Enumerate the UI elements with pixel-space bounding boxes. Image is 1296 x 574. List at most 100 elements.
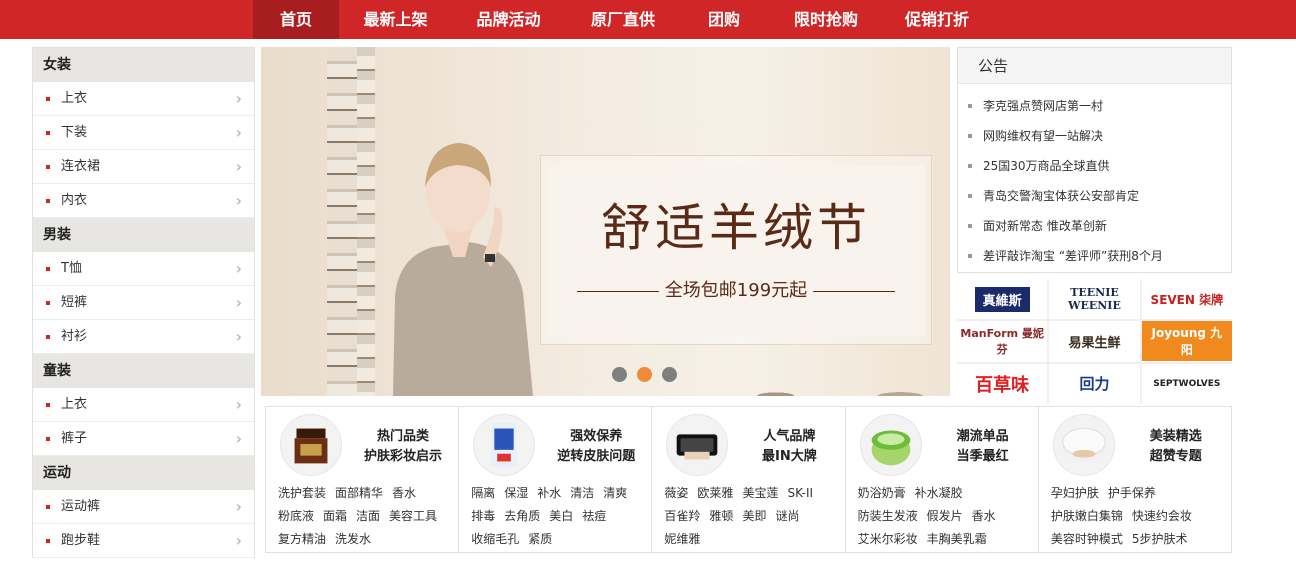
sidebar-item[interactable]: 内衣 › (33, 184, 254, 218)
product-link[interactable]: 雅顿 (709, 509, 733, 523)
product-link[interactable]: 假发片 (927, 509, 963, 523)
sidebar-item[interactable]: 上衣 › (33, 82, 254, 116)
product-link[interactable]: 清洁 (570, 486, 594, 500)
brand-logo[interactable]: 百草味 (957, 363, 1048, 404)
sidebar-item[interactable]: 连衣裙 › (33, 150, 254, 184)
sidebar-item[interactable]: 运动裤 › (33, 490, 254, 524)
product-link[interactable]: 收缩毛孔 (471, 532, 519, 546)
product-link[interactable]: 清爽 (603, 486, 627, 500)
brand-logo[interactable]: 回力 (1049, 363, 1140, 404)
sidebar-item[interactable]: 裤子 › (33, 422, 254, 456)
hero-banner[interactable]: 舒适羊绒节 全场包邮199元起 (261, 47, 950, 396)
sidebar-item[interactable]: T恤 › (33, 252, 254, 286)
gel-jar-icon[interactable] (859, 414, 922, 476)
product-link[interactable]: 薇姿 (664, 486, 688, 500)
product-link[interactable]: 紧质 (528, 532, 552, 546)
brand-logo[interactable]: TEENIE WEENIE (1049, 279, 1140, 320)
product-link[interactable]: 艾米尔彩妆 (858, 532, 918, 546)
category-heading[interactable]: 运动 (33, 456, 254, 490)
product-category-title[interactable]: 强效保养 逆转皮肤问题 (541, 427, 651, 467)
cosmetic-jar-icon[interactable] (280, 414, 342, 476)
product-link[interactable]: 香水 (392, 486, 416, 500)
sidebar-item[interactable]: 下装 › (33, 116, 254, 150)
brand-logo[interactable]: ManForm 曼妮芬 (957, 321, 1048, 362)
product-link[interactable]: 欧莱雅 (697, 486, 733, 500)
product-link[interactable]: 美容工具 (389, 509, 437, 523)
product-link[interactable]: 面霜 (323, 509, 347, 523)
product-link[interactable]: 孕妇护肤 (1051, 486, 1099, 500)
product-link[interactable]: 快速约会妆 (1132, 509, 1192, 523)
product-link[interactable]: 排毒 (471, 509, 495, 523)
sidebar-item[interactable]: 上衣 › (33, 388, 254, 422)
product-link[interactable]: 隔离 (471, 486, 495, 500)
sidebar-item[interactable]: 短裤 › (33, 286, 254, 320)
product-category-title[interactable]: 潮流单品 当季最红 (928, 427, 1038, 467)
nav-item[interactable]: 限时抢购 (767, 0, 885, 39)
product-link[interactable]: 去角质 (504, 509, 540, 523)
notice-title: 公告 (958, 48, 1231, 84)
product-link[interactable]: 复方精油 (278, 532, 326, 546)
nav-item[interactable]: 原厂直供 (565, 0, 681, 39)
product-link[interactable]: 护手保养 (1108, 486, 1156, 500)
sidebar-item-label: 衬衫 (61, 329, 88, 344)
compact-powder-icon[interactable] (666, 414, 729, 476)
product-link[interactable]: 香水 (972, 509, 996, 523)
nav-item[interactable]: 最新上架 (339, 0, 452, 39)
notice-item[interactable]: 面对新常态 惟改革创新 (958, 211, 1231, 241)
product-category-title[interactable]: 美装精选 超赞专题 (1121, 427, 1231, 467)
brand-logo[interactable]: 真維斯 (957, 279, 1048, 320)
product-link[interactable]: 粉底液 (278, 509, 314, 523)
nav-item[interactable]: 首页 (253, 0, 339, 39)
carousel-dot[interactable] (662, 367, 677, 382)
product-link[interactable]: 奶浴奶膏 (858, 486, 906, 500)
nav-item[interactable]: 促销打折 (885, 0, 989, 39)
product-link[interactable]: 保湿 (504, 486, 528, 500)
product-category-card: 潮流单品 当季最红奶浴奶膏 补水凝胶防装生发液 假发片 香水艾米尔彩妆 丰胸美乳霜 (846, 407, 1039, 552)
notice-item[interactable]: 差评敲诈淘宝 “差评师”获刑8个月 (958, 241, 1231, 271)
notice-item[interactable]: 青岛交警淘宝体获公安部肯定 (958, 181, 1231, 211)
product-link[interactable]: 补水 (537, 486, 561, 500)
category-heading[interactable]: 女装 (33, 48, 254, 82)
category-heading[interactable]: 童装 (33, 354, 254, 388)
brand-logo[interactable]: SEVEN 柒牌 (1141, 279, 1232, 320)
product-link[interactable]: 防装生发液 (858, 509, 918, 523)
carousel-dot[interactable] (612, 367, 627, 382)
product-link[interactable]: 补水凝胶 (915, 486, 963, 500)
product-link[interactable]: 祛痘 (582, 509, 606, 523)
product-link[interactable]: 美即 (742, 509, 766, 523)
carousel-dot[interactable] (637, 367, 652, 382)
bullet-icon (46, 505, 50, 509)
mask-pack-icon[interactable] (473, 414, 536, 476)
sidebar-item[interactable]: 跑步鞋 › (33, 524, 254, 558)
brand-logo[interactable]: 易果生鲜 (1049, 321, 1140, 362)
product-link[interactable]: 5步护肤术 (1132, 532, 1188, 546)
product-link[interactable]: 洗发水 (335, 532, 371, 546)
product-link[interactable]: 护肤嫩白集锦 (1051, 509, 1123, 523)
brand-logo[interactable]: Joyoung 九阳 (1141, 321, 1232, 362)
product-category-card: 热门品类 护肤彩妆启示洗护套装 面部精华 香水粉底液 面霜 洁面 美容工具复方精油 洗发水 (266, 407, 460, 552)
nav-item[interactable]: 团购 (681, 0, 767, 39)
notice-item[interactable]: 李克强点赞网店第一村 (958, 91, 1231, 121)
nav-item[interactable]: 品牌活动 (452, 0, 565, 39)
product-link[interactable]: 丰胸美乳霜 (927, 532, 987, 546)
product-link[interactable]: 百雀羚 (664, 509, 700, 523)
cushion-compact-icon[interactable] (1052, 414, 1115, 476)
brand-name: SEVEN 柒牌 (1150, 292, 1224, 307)
product-link[interactable]: 洗护套装 (278, 486, 326, 500)
product-link[interactable]: 美容时钟模式 (1051, 532, 1123, 546)
product-link[interactable]: 面部精华 (335, 486, 383, 500)
product-link[interactable]: 谜尚 (775, 509, 799, 523)
sidebar-item[interactable]: 衬衫 › (33, 320, 254, 354)
product-link[interactable]: 美白 (549, 509, 573, 523)
product-category-title[interactable]: 热门品类 护肤彩妆启示 (348, 427, 458, 467)
notice-item[interactable]: 25国30万商品全球直供 (958, 151, 1231, 181)
product-link[interactable]: 妮维雅 (664, 532, 700, 546)
product-category-title[interactable]: 人气品牌 最IN大牌 (734, 427, 844, 467)
product-link[interactable]: 洁面 (356, 509, 380, 523)
product-link[interactable]: SK-II (787, 486, 813, 500)
category-heading[interactable]: 男装 (33, 218, 254, 252)
product-link[interactable]: 美宝莲 (742, 486, 778, 500)
notice-item[interactable]: 网购维权有望一站解决 (958, 121, 1231, 151)
brand-logo[interactable]: SEPTWOLVES (1141, 363, 1232, 404)
product-category-card: 强效保养 逆转皮肤问题隔离 保湿 补水 清洁 清爽排毒 去角质 美白 祛痘收缩毛孔 紧质 (459, 407, 653, 552)
